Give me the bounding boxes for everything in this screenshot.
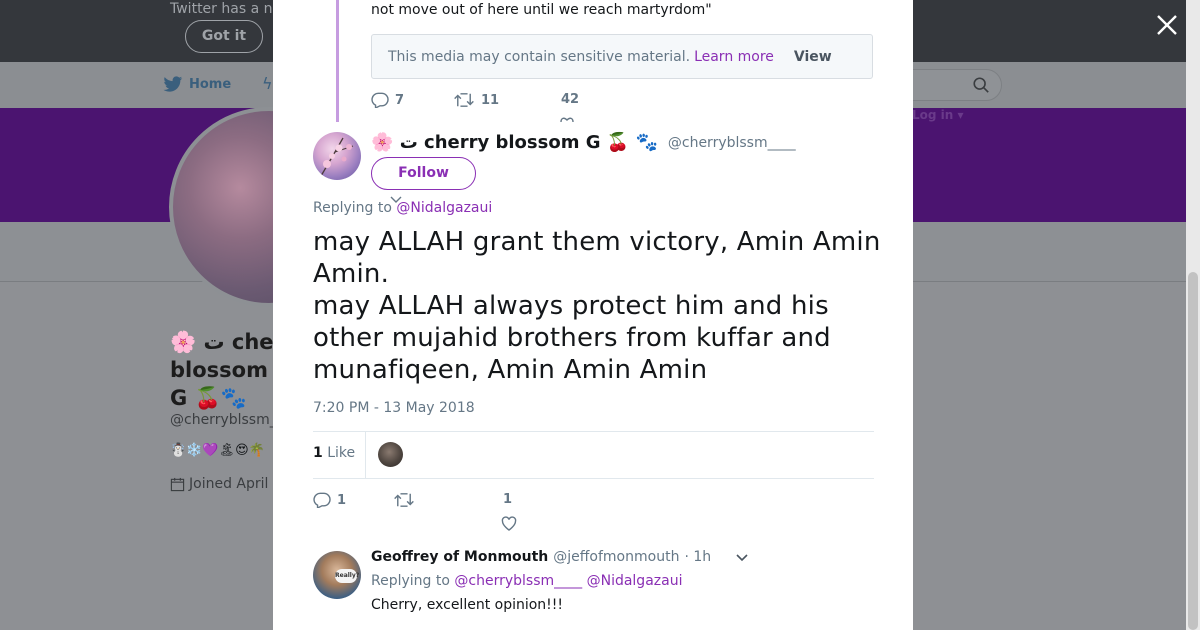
twitter-bird-icon [163, 76, 183, 92]
view-media-button[interactable]: View [794, 49, 832, 65]
author-handle: @cherryblssm____ [667, 134, 796, 151]
banner-text: Twitter has a n [170, 1, 273, 17]
retweet-icon [394, 493, 414, 507]
reply-time[interactable]: · 1h [684, 549, 711, 565]
like-action[interactable]: 42 [561, 92, 579, 107]
reply-count: 7 [395, 92, 405, 108]
retweet-action[interactable]: 11 [453, 92, 499, 108]
tweet-text: may ALLAH grant them victory, Amin Amin … [313, 226, 883, 386]
author-name[interactable]: 🌸 ت cherry blossom G 🍒 🐾 @cherryblssm___… [371, 132, 796, 153]
cherry-blossom-avatar-art [320, 137, 354, 177]
avatar-badge-text: Really? [335, 569, 359, 583]
replying-to: Replying to @Nidalgazaui [313, 200, 492, 216]
reply-replying-to: Replying to @cherryblssm____ @Nidalgazau… [371, 573, 682, 589]
likes-separator [365, 432, 366, 478]
retweet-icon [454, 93, 474, 107]
reply-author-handle[interactable]: @jeffofmonmouth [553, 549, 679, 565]
tweet-modal: not move out of here until we reach mart… [273, 0, 913, 630]
close-icon[interactable] [1154, 12, 1180, 38]
like-count: 42 [561, 92, 580, 107]
author-avatar[interactable] [313, 132, 361, 180]
calendar-icon [170, 477, 185, 491]
follow-button[interactable]: Follow [371, 157, 476, 190]
reply-count: 1 [337, 492, 347, 508]
media-notice-text: This media may contain sensitive materia… [388, 48, 691, 65]
likes-label: Like [327, 445, 356, 461]
likes-count-link[interactable]: 1 Like [313, 445, 355, 461]
retweet-action[interactable] [393, 492, 415, 508]
author-display-name: 🌸 ت cherry blossom G 🍒 🐾 [371, 132, 658, 153]
replying-to-user-link[interactable]: @Nidalgazaui [396, 200, 492, 216]
thread-line [336, 0, 339, 122]
tweet-text-line2: may ALLAH always protect him and his oth… [313, 291, 831, 385]
likes-summary: 1 Like [313, 432, 874, 478]
replying-to-user-link[interactable]: @Nidalgazaui [587, 573, 683, 589]
heart-icon[interactable] [560, 116, 574, 122]
likes-number: 1 [313, 445, 323, 461]
profile-bio: ☃️❄️💜🏝😍🌴 [170, 443, 265, 458]
search-icon[interactable] [972, 76, 990, 94]
reply-header: Geoffrey of Monmouth @jeffofmonmouth · 1… [371, 549, 711, 565]
scrollbar-thumb[interactable] [1188, 272, 1198, 630]
parent-tweet-text: not move out of here until we reach mart… [371, 2, 712, 18]
moments-icon[interactable]: ϟ [262, 74, 273, 93]
reply-icon [371, 92, 389, 108]
divider [313, 478, 874, 479]
replying-to-user-link[interactable]: @cherryblssm____ [454, 573, 582, 589]
nav-home[interactable]: Home [163, 76, 231, 93]
reply-tweet-text: Cherry, excellent opinion!!! [371, 597, 564, 613]
heart-icon[interactable] [501, 516, 517, 532]
liker-avatar[interactable] [378, 442, 403, 467]
got-it-button[interactable]: Got it [185, 20, 263, 53]
sensitive-media-notice: This media may contain sensitive materia… [371, 34, 873, 79]
reply-action[interactable]: 1 [313, 492, 346, 508]
profile-joined: Joined April [170, 476, 268, 492]
like-action[interactable]: 1 [503, 492, 512, 507]
replying-to-label: Replying to [371, 573, 450, 589]
tweet-text-line1: may ALLAH grant them victory, Amin Amin … [313, 227, 881, 289]
profile-name: 🌸 ت che blossom G 🍒🐾 [170, 330, 274, 410]
reply-author-name[interactable]: Geoffrey of Monmouth [371, 549, 548, 565]
nav-home-label: Home [189, 77, 232, 92]
learn-more-link[interactable]: Learn more [694, 49, 774, 65]
profile-handle: @cherryblssm_ [170, 412, 277, 428]
reply-author-avatar[interactable]: Really? [313, 551, 361, 599]
tweet-timestamp[interactable]: 7:20 PM - 13 May 2018 [313, 400, 475, 416]
reply-action[interactable]: 7 [371, 92, 404, 108]
retweet-count: 11 [481, 92, 500, 108]
reply-icon [313, 492, 331, 508]
login-link[interactable]: Log in ▾ [912, 108, 964, 122]
chevron-down-icon[interactable] [736, 554, 748, 562]
like-count: 1 [503, 492, 513, 507]
joined-label: Joined April [189, 476, 269, 492]
replying-to-label: Replying to [313, 200, 392, 216]
